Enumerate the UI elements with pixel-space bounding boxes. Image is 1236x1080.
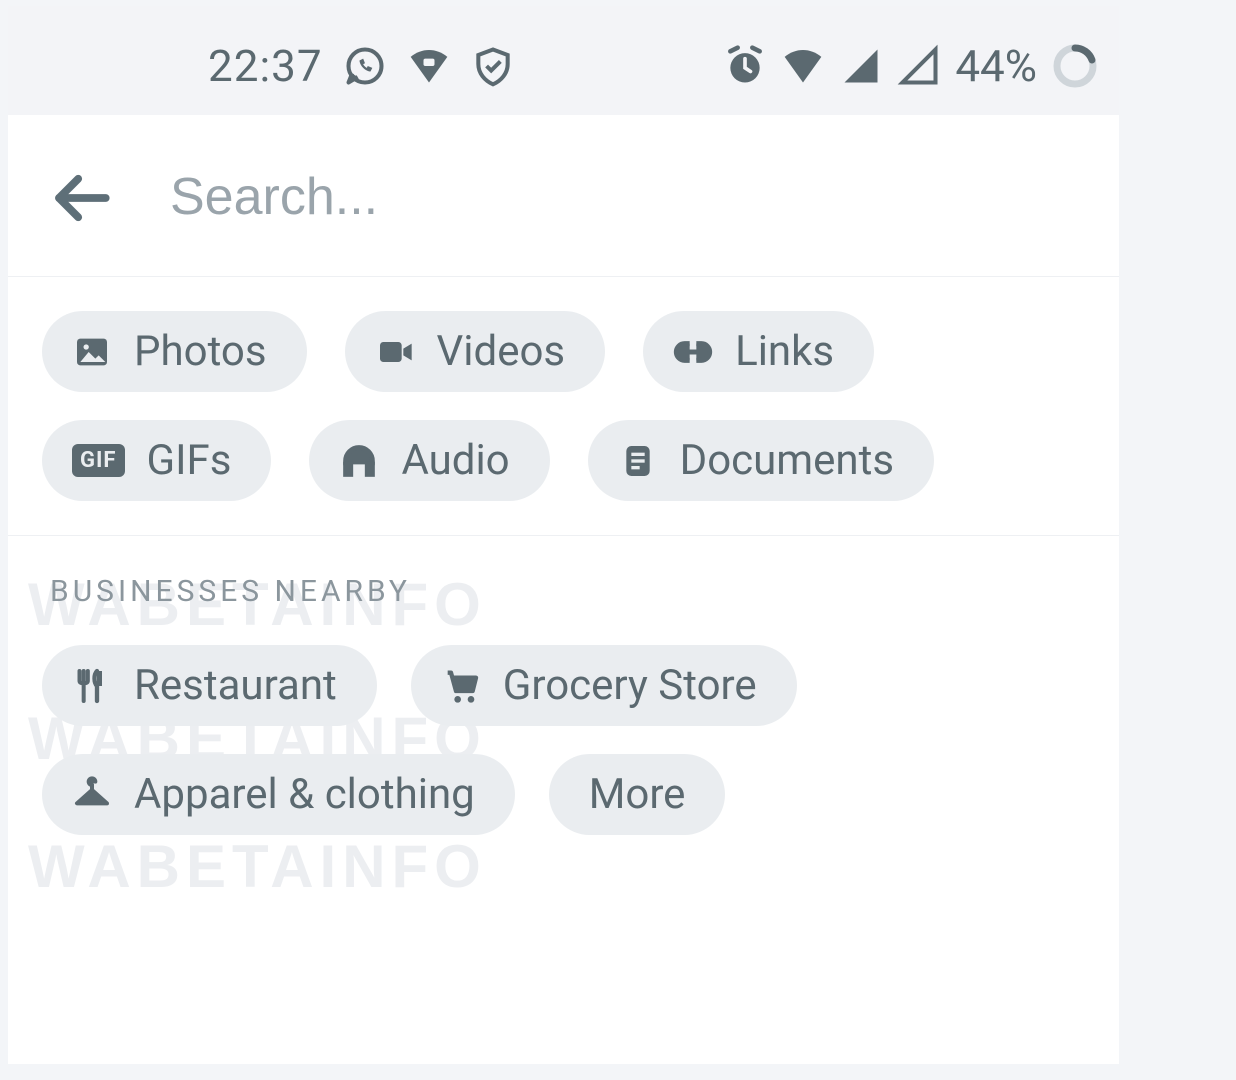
chip-label: Documents [680, 436, 894, 485]
watermark: WABETAINFO [28, 832, 487, 901]
photos-icon [72, 332, 112, 372]
documents-icon [618, 441, 658, 481]
chip-label: Grocery Store [503, 661, 757, 710]
businesses-section: WABETAINFO WABETAINFO WABETAINFO BUSINES… [8, 536, 1119, 869]
chip-apparel[interactable]: Apparel & clothing [42, 754, 515, 835]
hanger-icon [72, 775, 112, 815]
chip-label: Links [735, 327, 834, 376]
chip-label: GIFs [147, 436, 232, 485]
wifi-icon [781, 44, 825, 88]
search-input[interactable] [168, 157, 1079, 237]
signal-1-icon [839, 44, 883, 88]
chip-grocery[interactable]: Grocery Store [411, 645, 797, 726]
chip-links[interactable]: Links [643, 311, 874, 392]
chip-audio[interactable]: Audio [309, 420, 549, 501]
chip-restaurant[interactable]: Restaurant [42, 645, 377, 726]
chip-more[interactable]: More [549, 754, 726, 835]
statusbar: 22:37 [8, 6, 1119, 115]
media-filter-section: Photos Videos Links GIF GIFs [8, 277, 1119, 536]
chip-label: Apparel & clothing [134, 770, 475, 819]
chip-gifs[interactable]: GIF GIFs [42, 420, 271, 501]
loading-ring-icon [1051, 42, 1099, 90]
search-bar [8, 115, 1119, 277]
chip-videos[interactable]: Videos [345, 311, 606, 392]
chip-label: Photos [134, 327, 267, 376]
battery-percent: 44% [955, 40, 1037, 92]
videos-icon [375, 332, 415, 372]
shield-check-icon [471, 44, 515, 88]
restaurant-icon [72, 666, 112, 706]
alarm-icon [723, 44, 767, 88]
chip-label: More [589, 770, 686, 819]
gif-badge-icon: GIF [72, 444, 125, 477]
chip-label: Videos [437, 327, 566, 376]
businesses-heading: BUSINESSES NEARBY [42, 570, 1089, 627]
chip-label: Restaurant [134, 661, 337, 710]
signal-2-icon [897, 44, 941, 88]
whatsapp-icon [343, 44, 387, 88]
links-icon [673, 332, 713, 372]
back-button[interactable] [48, 165, 114, 231]
status-time: 22:37 [208, 40, 323, 92]
app-frame: 22:37 [8, 6, 1119, 1064]
cart-icon [441, 666, 481, 706]
audio-icon [339, 441, 379, 481]
chip-documents[interactable]: Documents [588, 420, 934, 501]
wifi-robot-icon [407, 44, 451, 88]
chip-label: Audio [401, 436, 509, 485]
chip-photos[interactable]: Photos [42, 311, 307, 392]
